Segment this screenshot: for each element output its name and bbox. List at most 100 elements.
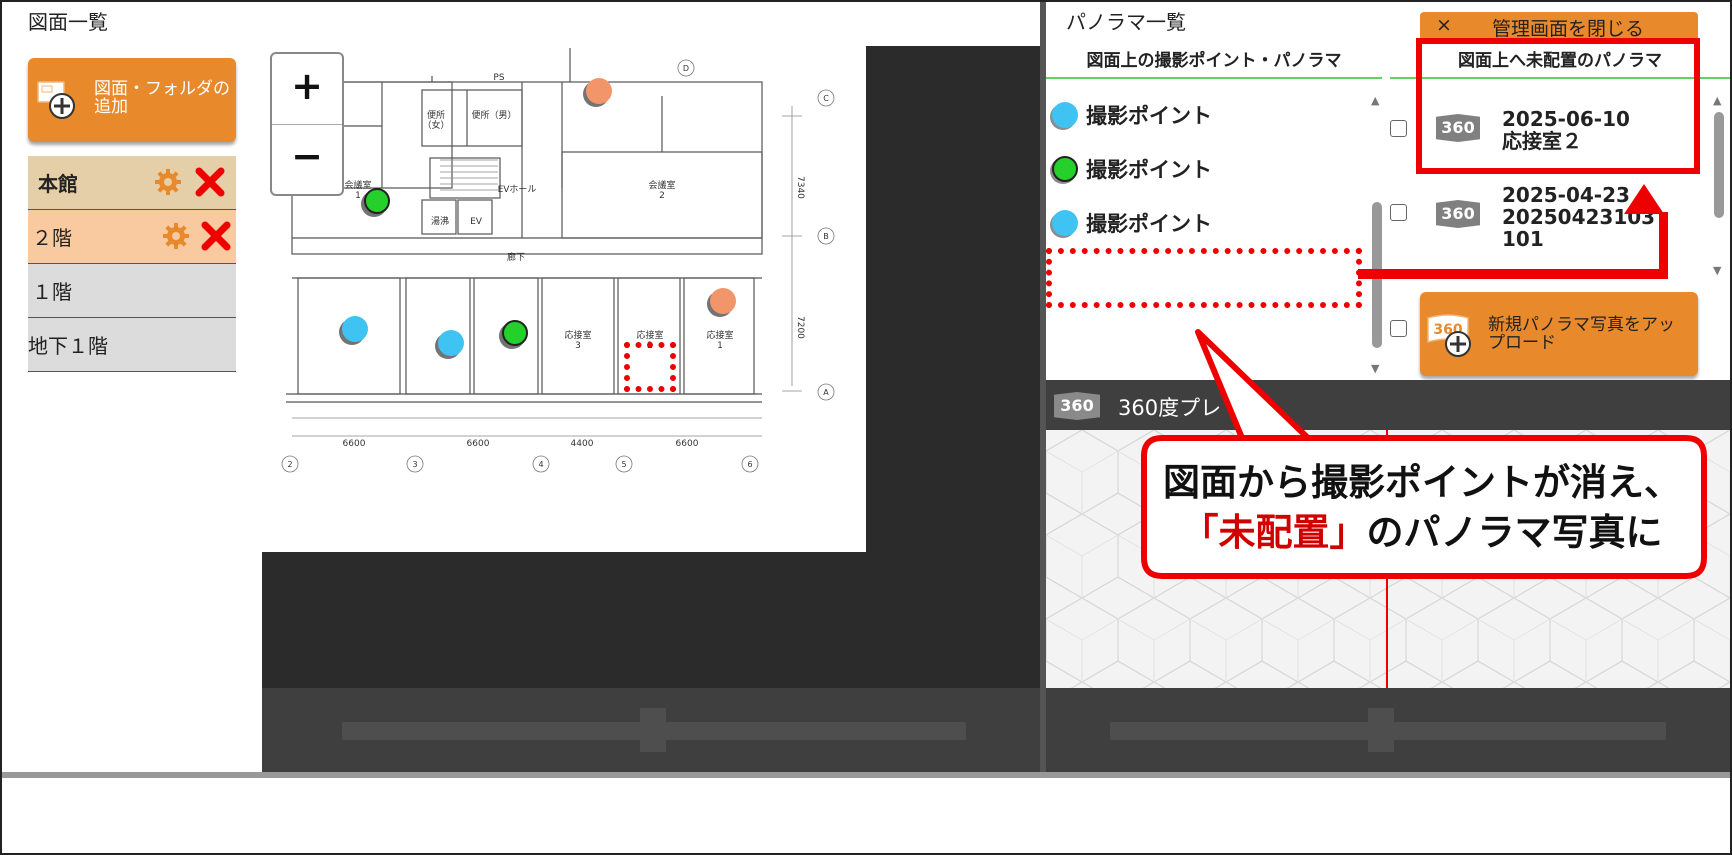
map-slider-thumb[interactable] bbox=[640, 708, 666, 752]
scroll-up-icon[interactable]: ▲ bbox=[1371, 94, 1379, 107]
app-window: 図面一覧 図面・フォルダの追加 本館 ２階 １階 地下１階 会議室 1 便所 （… bbox=[0, 0, 1732, 855]
tree-item-label: 地下１階 bbox=[28, 334, 108, 358]
unplaced-list-scrollbar[interactable]: ▲ ▼ bbox=[1713, 94, 1724, 278]
svg-text:C: C bbox=[823, 94, 829, 103]
placed-panoramas-header: 図面上の撮影ポイント・パノラマ bbox=[1046, 46, 1382, 79]
shooting-point-pin[interactable] bbox=[342, 316, 368, 342]
shooting-point-pin[interactable] bbox=[586, 78, 612, 104]
svg-text:A: A bbox=[823, 388, 829, 397]
room-label-meeting1: 会議室 bbox=[344, 179, 371, 191]
map-bottom-bar bbox=[262, 688, 1042, 774]
svg-text:7200: 7200 bbox=[795, 316, 805, 339]
svg-text:D: D bbox=[683, 64, 689, 73]
removed-item-marker bbox=[1046, 248, 1362, 308]
svg-text:4: 4 bbox=[538, 460, 543, 469]
add-drawing-label: 図面・フォルダの追加 bbox=[94, 79, 230, 117]
upload-panorama-button[interactable]: 360 新規パノラマ写真をアップロード bbox=[1420, 292, 1698, 376]
tree-item-floor-1[interactable]: １階 bbox=[28, 264, 236, 318]
shooting-point-dot-icon bbox=[1052, 156, 1078, 182]
svg-text:3: 3 bbox=[575, 341, 581, 351]
room-label-ev-hall: EVホール bbox=[498, 184, 537, 195]
zoom-out-button[interactable]: − bbox=[272, 124, 342, 194]
red-arrow-icon bbox=[1358, 184, 1668, 279]
tree-item-building[interactable]: 本館 bbox=[28, 156, 236, 210]
drawings-panel-title: 図面一覧 bbox=[28, 10, 108, 34]
upload-360-icon: 360 bbox=[1427, 314, 1471, 357]
tree-item-floor-2[interactable]: ２階 bbox=[28, 210, 236, 264]
shooting-point-pin[interactable] bbox=[438, 330, 464, 356]
callout-line2: 「未配置」のパノラマ写真に bbox=[1152, 508, 1692, 558]
tree-item-basement-1[interactable]: 地下１階 bbox=[28, 318, 236, 372]
shooting-point-pin[interactable] bbox=[502, 320, 528, 346]
svg-text:2: 2 bbox=[287, 460, 292, 469]
callout-highlight: 「未配置」 bbox=[1181, 511, 1367, 554]
tree-item-label: ２階 bbox=[32, 226, 72, 250]
room-label-kitchen: 湯沸 bbox=[431, 215, 449, 227]
panorama-panel-title: パノラマ一覧 bbox=[1066, 10, 1186, 34]
shooting-point-pin[interactable] bbox=[364, 188, 390, 214]
tree-item-label: １階 bbox=[32, 280, 72, 304]
gear-icon[interactable] bbox=[162, 222, 190, 250]
svg-text:（女）: （女） bbox=[422, 119, 449, 131]
list-item-shooting-point[interactable]: 撮影ポイント bbox=[1050, 204, 1370, 244]
list-item-shooting-point[interactable]: 撮影ポイント bbox=[1050, 150, 1370, 190]
preview-header: 360 360度プレ bbox=[1046, 380, 1730, 430]
scroll-thumb[interactable] bbox=[1714, 112, 1724, 218]
select-all-checkbox[interactable] bbox=[1390, 320, 1407, 337]
preview-bottom-bar bbox=[1046, 688, 1730, 774]
svg-text:1: 1 bbox=[355, 191, 361, 201]
room-label-reception2: 応接室 bbox=[636, 329, 663, 341]
room-label-toilet-f: 便所 bbox=[427, 109, 445, 121]
add-drawing-icon bbox=[37, 81, 75, 119]
callout-text: 図面から撮影ポイントが消え、 「未配置」のパノラマ写真に bbox=[1152, 458, 1692, 558]
room-label-meeting2: 会議室 bbox=[648, 179, 675, 191]
window-bottom-divider bbox=[2, 772, 1730, 778]
room-label-toilet-m: 便所（男） bbox=[471, 109, 516, 121]
delete-icon[interactable] bbox=[200, 220, 232, 252]
dimension-label: 6600 bbox=[467, 439, 490, 449]
select-checkbox[interactable] bbox=[1390, 120, 1407, 137]
list-item-shooting-point[interactable]: 撮影ポイント bbox=[1050, 96, 1370, 136]
scroll-up-icon[interactable]: ▲ bbox=[1713, 94, 1721, 107]
svg-text:1: 1 bbox=[717, 341, 723, 351]
svg-text:2: 2 bbox=[659, 191, 665, 201]
close-icon: × bbox=[1436, 14, 1452, 36]
room-label-reception3: 応接室 bbox=[564, 329, 591, 341]
room-label-ps: PS bbox=[493, 73, 504, 83]
upload-panorama-label: 新規パノラマ写真をアップロード bbox=[1488, 315, 1675, 353]
zoom-in-button[interactable]: + bbox=[272, 54, 342, 124]
callout-line1: 図面から撮影ポイントが消え、 bbox=[1163, 461, 1681, 504]
add-drawing-folder-button[interactable]: 図面・フォルダの追加 bbox=[28, 58, 236, 142]
panorama-360-icon: 360 bbox=[1054, 392, 1100, 420]
room-label-reception1: 応接室 bbox=[706, 329, 733, 341]
gear-icon[interactable] bbox=[154, 168, 182, 196]
room-label-ev: EV bbox=[470, 217, 483, 227]
list-item-label: 撮影ポイント bbox=[1086, 104, 1212, 128]
svg-text:5: 5 bbox=[621, 460, 626, 469]
floor-plan-drawing: 会議室 1 便所 （女） 便所（男） EVホール 湯沸 EV 会議室 2 廊下 … bbox=[281, 48, 835, 473]
callout-line2-rest: のパノラマ写真に bbox=[1366, 511, 1663, 554]
svg-text:7340: 7340 bbox=[795, 176, 805, 199]
floor-plan-canvas[interactable]: 会議室 1 便所 （女） 便所（男） EVホール 湯沸 EV 会議室 2 廊下 … bbox=[262, 46, 866, 552]
svg-text:3: 3 bbox=[412, 460, 417, 469]
svg-text:6: 6 bbox=[747, 460, 752, 469]
preview-slider-thumb[interactable] bbox=[1368, 708, 1394, 752]
scroll-down-icon[interactable]: ▼ bbox=[1371, 362, 1379, 375]
shooting-point-dot-icon bbox=[1052, 210, 1078, 236]
list-item-label: 撮影ポイント bbox=[1086, 158, 1212, 182]
delete-icon[interactable] bbox=[194, 166, 226, 198]
list-item-label: 撮影ポイント bbox=[1086, 212, 1212, 236]
removed-point-marker bbox=[624, 342, 676, 392]
scroll-down-icon[interactable]: ▼ bbox=[1713, 264, 1721, 277]
preview-title: 360度プレ bbox=[1118, 396, 1222, 420]
dimension-label: 6600 bbox=[343, 439, 366, 449]
highlight-frame bbox=[1416, 38, 1700, 174]
shooting-point-pin[interactable] bbox=[710, 288, 736, 314]
floor-tree: 本館 ２階 １階 地下１階 bbox=[28, 156, 236, 372]
svg-text:B: B bbox=[823, 232, 829, 241]
dimension-label: 4400 bbox=[571, 439, 594, 449]
tree-item-label: 本館 bbox=[38, 172, 78, 196]
shooting-point-dot-icon bbox=[1052, 102, 1078, 128]
dimension-label: 6600 bbox=[676, 439, 699, 449]
zoom-controls: + − bbox=[270, 52, 344, 196]
